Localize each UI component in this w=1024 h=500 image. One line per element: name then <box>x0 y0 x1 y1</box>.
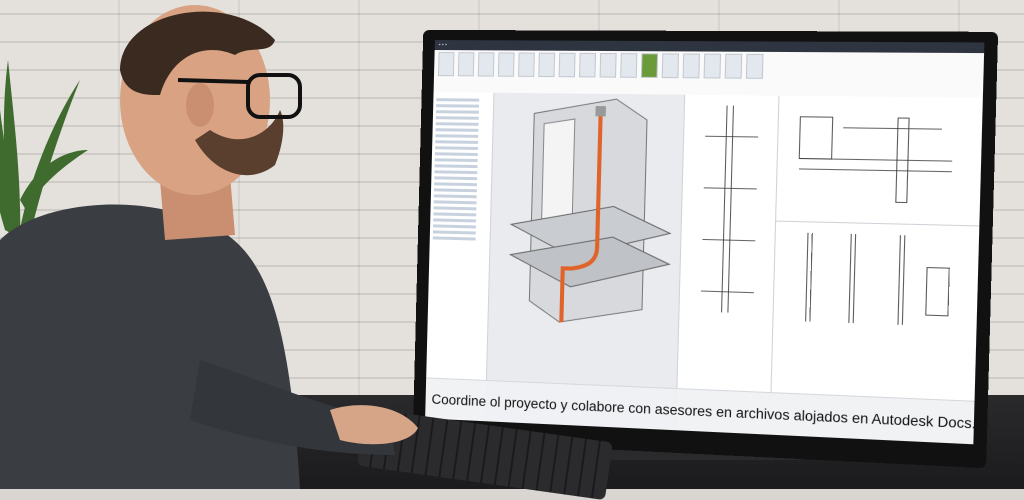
detail-view-top[interactable] <box>776 96 983 227</box>
detail-drawing-icon <box>776 96 965 225</box>
ribbon-tool[interactable] <box>641 53 658 78</box>
ribbon-tool[interactable] <box>725 54 743 79</box>
ribbon-tool[interactable] <box>704 54 722 79</box>
ribbon-tool[interactable] <box>746 54 764 79</box>
ribbon-tool[interactable] <box>683 53 700 78</box>
person-icon <box>0 0 440 489</box>
caption-text: Coordine ol proyecto y colabore con ases… <box>431 391 976 431</box>
ribbon-tool[interactable] <box>579 53 596 78</box>
ribbon-tool[interactable] <box>559 53 576 78</box>
ribbon-tool[interactable] <box>538 53 555 77</box>
ribbon-tool[interactable] <box>478 52 495 76</box>
section-drawing-icon <box>679 95 778 335</box>
ribbon-tool[interactable] <box>458 52 475 76</box>
photo-scene: ▪ ▪ ▪ Coordine ol proyecto y colabore co… <box>0 0 1024 489</box>
ribbon-tool[interactable] <box>600 53 617 78</box>
ribbon-tool[interactable] <box>438 52 455 76</box>
building-model-icon <box>488 93 684 332</box>
ribbon-tool[interactable] <box>498 52 515 76</box>
ribbon-tool[interactable] <box>620 53 637 78</box>
section-view[interactable] <box>676 95 779 435</box>
detail-views <box>770 96 982 445</box>
monitor-screen: ▪ ▪ ▪ Coordine ol proyecto y colabore co… <box>425 40 984 444</box>
monitor: ▪ ▪ ▪ Coordine ol proyecto y colabore co… <box>413 30 998 468</box>
ribbon-tool[interactable] <box>662 53 679 78</box>
view-3d[interactable] <box>486 93 685 431</box>
ribbon-tool[interactable] <box>518 53 535 77</box>
detail-sections-icon <box>773 222 961 333</box>
